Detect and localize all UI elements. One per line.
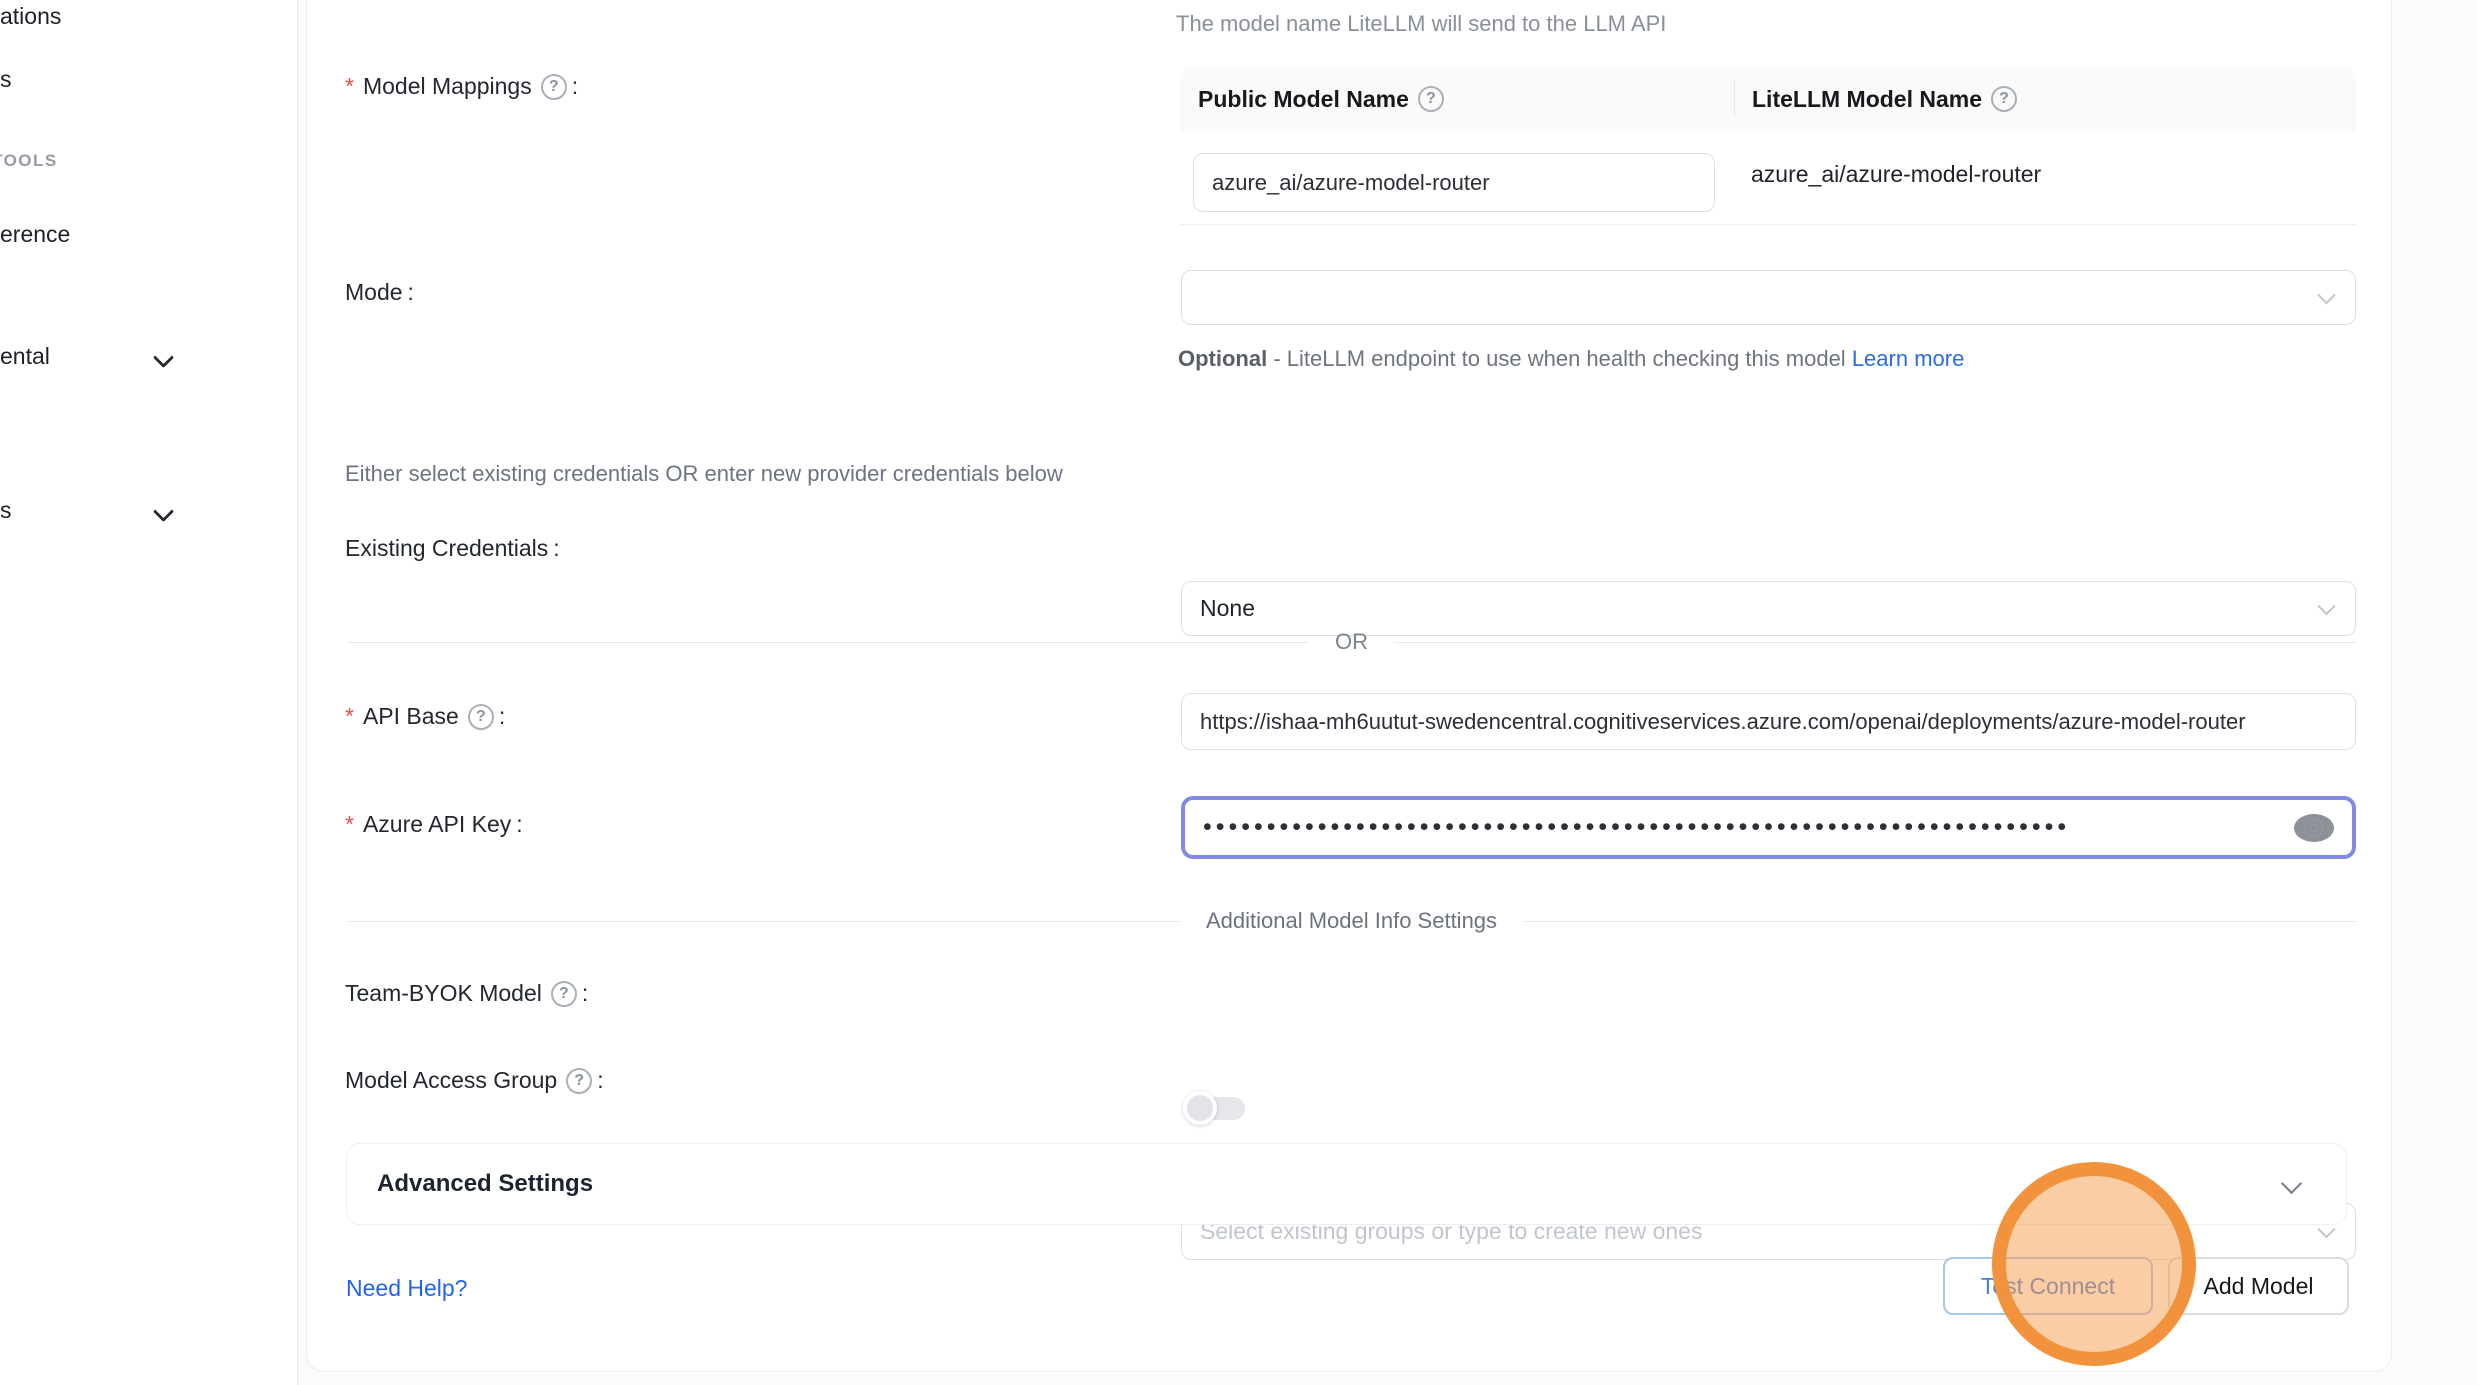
learn-more-link[interactable]: Learn more <box>1852 346 1965 371</box>
info-divider: Additional Model Info Settings <box>347 908 2356 934</box>
azure-api-key-field[interactable] <box>1181 796 2356 859</box>
eye-icon[interactable] <box>2294 814 2334 842</box>
help-icon[interactable]: ? <box>468 704 494 730</box>
credentials-note: Either select existing credentials OR en… <box>345 461 1063 487</box>
azure-api-key-label: * Azure API Key : <box>345 811 523 838</box>
litellm-model-name-value: azure_ai/azure-model-router <box>1751 161 2041 188</box>
existing-credentials-select[interactable]: None <box>1181 581 2356 636</box>
sidebar-item-label: ations <box>0 3 61 29</box>
required-asterisk: * <box>345 703 354 730</box>
public-model-name-header: Public Model Name ? <box>1180 67 1734 131</box>
model-mappings-label: * Model Mappings ? : <box>345 73 578 100</box>
or-divider: OR <box>347 629 2356 655</box>
sidebar-section-label: TOOLS <box>0 151 58 170</box>
click-highlight-circle <box>1992 1162 2196 1366</box>
or-divider-text: OR <box>1335 629 1368 655</box>
column-divider <box>1734 81 1735 117</box>
public-model-name-input[interactable] <box>1193 153 1715 212</box>
existing-credentials-label: Existing Credentials : <box>345 535 560 562</box>
model-access-group-label: Model Access Group ? : <box>345 1067 604 1094</box>
help-icon[interactable]: ? <box>541 74 567 100</box>
chevron-down-icon <box>156 350 172 366</box>
chevron-down-icon <box>2320 288 2335 303</box>
help-icon[interactable]: ? <box>1418 86 1444 112</box>
sidebar-item-label: s <box>0 66 12 92</box>
sidebar: ations s TOOLS erence ental s <box>0 0 298 1385</box>
model-mapping-table: Public Model Name ? LiteLLM Model Name ?… <box>1180 67 2356 225</box>
existing-credentials-value: None <box>1200 595 1255 622</box>
litellm-model-name-header: LiteLLM Model Name ? <box>1734 67 2017 131</box>
api-base-input[interactable] <box>1181 693 2356 750</box>
litellm-model-name-note: The model name LiteLLM will send to the … <box>1176 11 1666 37</box>
model-mapping-table-header: Public Model Name ? LiteLLM Model Name ? <box>1180 67 2356 131</box>
mode-hint: Optional - LiteLLM endpoint to use when … <box>1178 339 2138 379</box>
chevron-down-icon <box>2282 1175 2300 1193</box>
help-icon[interactable]: ? <box>1991 86 2017 112</box>
sidebar-section-tools: TOOLS <box>0 143 298 179</box>
need-help-link[interactable]: Need Help? <box>346 1275 467 1302</box>
add-model-form-card: The model name LiteLLM will send to the … <box>306 0 2392 1372</box>
info-divider-text: Additional Model Info Settings <box>1206 908 1497 934</box>
sidebar-item-label: ental <box>0 343 50 369</box>
sidebar-item-s2[interactable]: s <box>0 492 298 528</box>
sidebar-item-s[interactable]: s <box>0 61 298 97</box>
azure-api-key-input[interactable] <box>1203 800 2294 855</box>
help-icon[interactable]: ? <box>566 1068 592 1094</box>
team-byok-label: Team-BYOK Model ? : <box>345 980 588 1007</box>
chevron-down-icon <box>156 504 172 520</box>
chevron-down-icon <box>2320 599 2335 614</box>
sidebar-item-label: s <box>0 497 12 523</box>
team-byok-toggle[interactable] <box>1183 1090 1247 1126</box>
model-mapping-table-row: azure_ai/azure-model-router <box>1180 131 2356 225</box>
mode-label: Mode : <box>345 279 414 306</box>
advanced-settings-title: Advanced Settings <box>377 1170 593 1198</box>
api-base-label: * API Base ? : <box>345 703 505 730</box>
required-asterisk: * <box>345 73 354 100</box>
sidebar-item-label: erence <box>0 221 70 247</box>
help-icon[interactable]: ? <box>551 981 577 1007</box>
sidebar-item-ations[interactable]: ations <box>0 0 298 34</box>
sidebar-item-ental[interactable]: ental <box>0 338 298 374</box>
mode-select[interactable] <box>1181 270 2356 325</box>
sidebar-item-erence[interactable]: erence <box>0 216 298 252</box>
required-asterisk: * <box>345 811 354 838</box>
